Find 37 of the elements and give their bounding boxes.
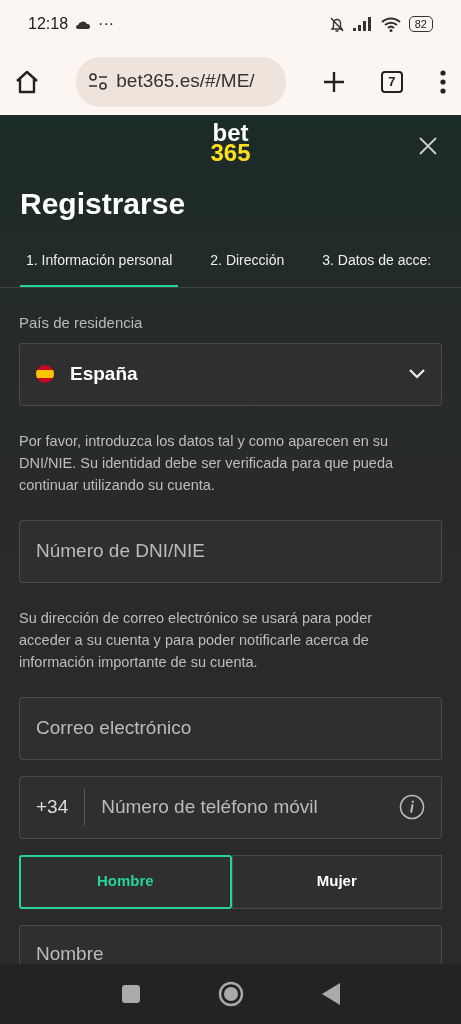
gender-option[interactable]: Hombre [19,854,232,909]
muted-bell-icon [328,15,345,33]
back-icon[interactable] [321,983,340,1005]
recents-icon[interactable] [121,985,140,1003]
chevron-down-icon [409,369,425,379]
cloud-icon [76,19,91,29]
info-icon[interactable] [399,794,425,820]
battery-indicator: 82 [408,16,433,32]
phone-field[interactable]: +34 Número de teléfono móvil [19,775,442,839]
home-icon[interactable] [217,981,244,1007]
country-code: +34 [20,788,86,826]
field-label: País de residencia [19,313,144,333]
step-tab[interactable]: 1. Información personal [20,250,179,287]
step-tab[interactable]: 3. Datos de acce: [316,250,438,287]
address-bar[interactable]: bet365.es/#/ME/ [76,56,287,107]
info-paragraph: Por favor, introduzca los datos tal y como aparecen en su DNI/NIE. Su identidad debe ser verificada para que pueda continuar utilizando su cuenta. [19,431,394,495]
close-icon[interactable] [419,137,437,155]
flag-icon [36,365,54,383]
clock-time: 12:18 [28,14,69,34]
site-settings-icon[interactable] [88,72,109,91]
info-paragraph: Su dirección de correo electrónico se usará para poder acceder a su cuenta y para poder notificarle acerca de información importante de su cuenta. [19,608,374,672]
email-field[interactable]: Correo electrónico [19,696,442,760]
logo: bet 365 [210,123,251,163]
phone-number-input[interactable]: Número de teléfono móvil [85,791,399,823]
signal-icon [352,17,373,31]
id-number-field[interactable]: Número de DNI/NIE [19,519,442,583]
name-field[interactable]: Nombre [19,924,442,964]
gender-option[interactable]: Mujer [231,854,442,909]
more-menu-icon[interactable] [439,69,447,94]
wifi-icon [380,16,401,32]
new-tab-icon[interactable] [322,70,345,93]
home-icon[interactable] [14,68,40,95]
page-title: Registrarse [19,186,187,222]
country-select[interactable]: España [19,342,442,406]
tab-count-button[interactable]: 7 [380,70,403,93]
step-tab[interactable]: 2. Dirección [204,250,291,287]
more-notifications: ··· [98,14,115,34]
